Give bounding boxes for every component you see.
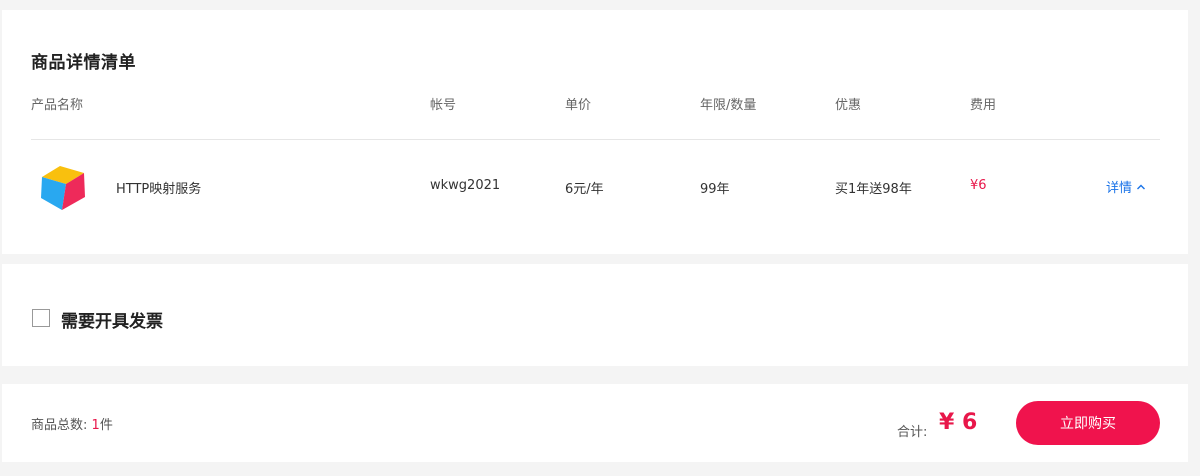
column-header-term: 年限/数量 xyxy=(700,98,757,113)
term-value: 99年 xyxy=(700,182,730,197)
sum-label: 合计: xyxy=(897,425,928,440)
total-count-value: 1 xyxy=(91,418,100,433)
column-header-account: 帐号 xyxy=(430,98,457,113)
product-detail-card: 商品详情清单 产品名称 帐号 单价 年限/数量 优惠 费用 HTTP映射服务 w… xyxy=(2,10,1188,254)
column-header-discount: 优惠 xyxy=(835,98,862,113)
invoice-label: 需要开具发票 xyxy=(61,312,163,332)
cube-logo-icon xyxy=(41,166,85,210)
product-name: HTTP映射服务 xyxy=(116,182,202,197)
buy-now-button[interactable]: 立即购买 xyxy=(1016,401,1160,445)
detail-link-label: 详情 xyxy=(1106,181,1133,196)
invoice-checkbox[interactable] xyxy=(32,309,50,327)
section-title: 商品详情清单 xyxy=(31,53,136,73)
column-header-cost: 费用 xyxy=(970,98,997,113)
checkout-footer: 商品总数: 1件 合计: ¥ 6 立即购买 xyxy=(2,384,1188,462)
total-count-label: 商品总数: xyxy=(31,418,88,433)
total-count: 商品总数: 1件 xyxy=(31,414,113,433)
sum-value: ¥ 6 xyxy=(939,410,978,435)
chevron-up-icon xyxy=(1137,184,1146,189)
cost-value: ¥6 xyxy=(970,178,987,193)
detail-toggle-link[interactable]: 详情 xyxy=(1106,177,1146,196)
total-count-unit: 件 xyxy=(99,418,113,433)
account-value: wkwg2021 xyxy=(430,178,501,193)
header-divider xyxy=(31,139,1160,140)
column-header-unit-price: 单价 xyxy=(565,98,592,113)
unit-price-value: 6元/年 xyxy=(565,182,604,197)
column-header-name: 产品名称 xyxy=(31,98,84,113)
discount-value: 买1年送98年 xyxy=(835,182,912,197)
invoice-card: 需要开具发票 xyxy=(2,264,1188,366)
